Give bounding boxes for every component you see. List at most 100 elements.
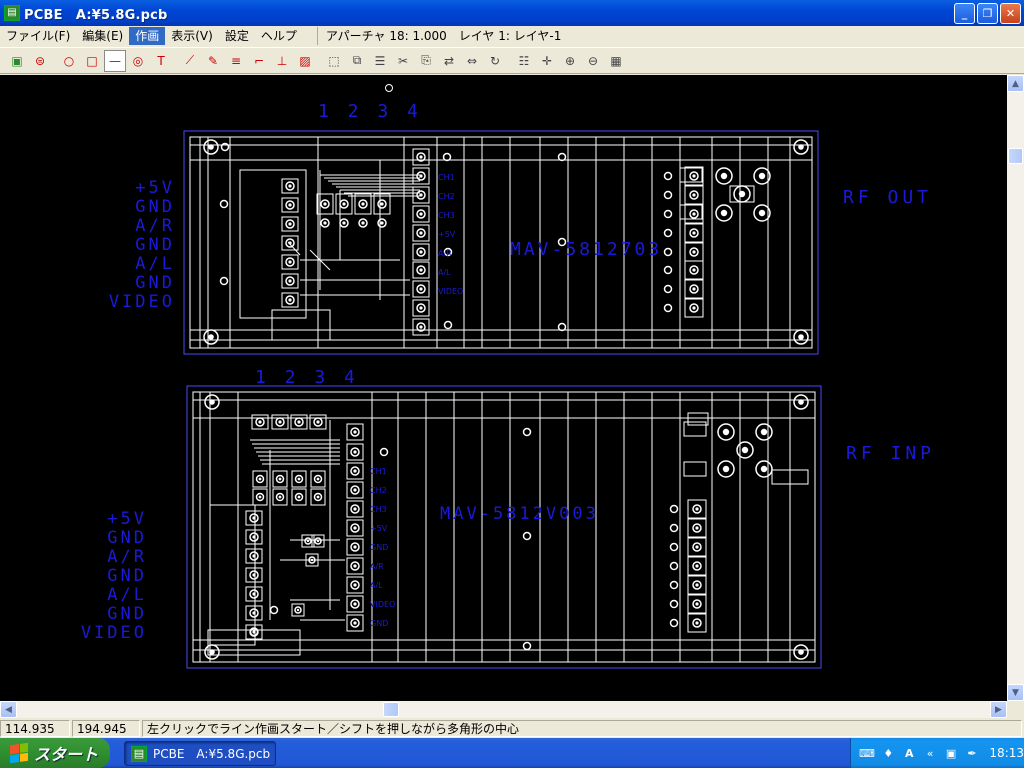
- taskbar-item-pcbe[interactable]: ▤ PCBE A:¥5.8G.pcb: [124, 741, 276, 766]
- mirror-icon[interactable]: ⇄: [438, 50, 460, 72]
- keyboard-icon[interactable]: ⌨: [859, 745, 875, 761]
- menu-item-3[interactable]: 作画: [129, 27, 166, 45]
- board2-via: [522, 427, 532, 437]
- pad-hole: [278, 495, 282, 499]
- pad-hole: [208, 144, 214, 150]
- pad-hole: [288, 298, 292, 302]
- status-x-coordinate: 114.935: [0, 719, 70, 737]
- board2-via: [522, 641, 532, 651]
- rotate-icon[interactable]: ↻: [484, 50, 506, 72]
- pad-hole: [419, 174, 423, 178]
- bus-icon[interactable]: ≡: [225, 50, 247, 72]
- pad-icon[interactable]: ⊜: [29, 50, 51, 72]
- pad-hole: [278, 420, 282, 424]
- align-icon[interactable]: ⊥: [271, 50, 293, 72]
- windows-logo-icon: [10, 742, 28, 764]
- horizontal-scroll-thumb[interactable]: [383, 702, 399, 717]
- board2-pad-label: GND: [370, 619, 388, 628]
- menu-item-1[interactable]: ファイル(F): [0, 27, 76, 45]
- minimize-button[interactable]: _: [954, 3, 975, 24]
- zoom-in-icon[interactable]: ⊕: [559, 50, 581, 72]
- pad-hole: [419, 306, 423, 310]
- menu-item-6[interactable]: ヘルプ: [255, 27, 303, 45]
- pad-hole: [695, 545, 699, 549]
- menu-item-2[interactable]: 編集(E): [76, 27, 129, 45]
- pad-hole: [278, 477, 282, 481]
- pad-hole: [316, 495, 320, 499]
- pad-hole: [419, 212, 423, 216]
- select-icon[interactable]: ⬚: [323, 50, 345, 72]
- system-tray: ⌨ ♦ A « ▣ ✒ 18:13: [850, 738, 1024, 768]
- pad-hole: [692, 231, 696, 235]
- pad-hole: [692, 287, 696, 291]
- display-icon[interactable]: ▣: [944, 745, 959, 761]
- board1-via: [219, 276, 229, 286]
- restore-button[interactable]: ❐: [977, 3, 998, 24]
- pad-hole: [695, 602, 699, 606]
- menu-bar: ファイル(F) 編集(E) 作画 表示(V) 設定 ヘルプ アパーチャ 18: 1.000 レ…: [0, 26, 1024, 46]
- corner-icon[interactable]: ⌐: [248, 50, 270, 72]
- pad-hole: [419, 155, 423, 159]
- clock: 18:13: [989, 746, 1024, 760]
- wire-icon[interactable]: ⟋: [179, 50, 201, 72]
- resize-icon[interactable]: ⇔: [461, 50, 483, 72]
- scroll-down-arrow[interactable]: ▼: [1007, 684, 1024, 701]
- copy-area-icon[interactable]: ⧉: [346, 50, 368, 72]
- line-icon[interactable]: —: [104, 49, 126, 72]
- close-button[interactable]: ✕: [1000, 3, 1021, 24]
- start-button[interactable]: スタート: [0, 738, 110, 768]
- pad-hole: [252, 630, 256, 634]
- board1-connector-frame: [239, 169, 307, 319]
- horizontal-scrollbar[interactable]: ◀ ▶: [0, 701, 1007, 718]
- stack-icon[interactable]: ☰: [369, 50, 391, 72]
- board1-module-name: MAV-5812703: [510, 239, 662, 260]
- vertical-scroll-thumb[interactable]: [1008, 148, 1023, 164]
- layers-icon[interactable]: ▣: [6, 50, 28, 72]
- board1-pad-label: CH2: [438, 192, 455, 201]
- title-bar[interactable]: ▤ PCBE A:¥5.8G.pcb _ ❐ ✕: [0, 0, 1024, 26]
- pcbe-app-icon[interactable]: ▤: [4, 5, 20, 21]
- board1-power-label: A/L: [135, 254, 175, 274]
- text-icon[interactable]: T: [150, 50, 172, 72]
- pad-hole: [252, 554, 256, 558]
- grid-icon[interactable]: ▦: [605, 50, 627, 72]
- toolbar: ▣ ⊜ ○ □ — ◎ T ⟋ ✎ ≡ ⌐ ⊥ ▨ ⬚ ⧉ ☰ ✂ ⎘ ⇄ ⇔ ↻ ☷ ✛ ⊕ ⊖ ▦: [0, 47, 1024, 74]
- vertical-scrollbar[interactable]: ▲ ▼: [1007, 75, 1024, 701]
- menu-item-4[interactable]: 表示(V): [165, 27, 219, 45]
- tray-expand-icon[interactable]: «: [923, 745, 938, 761]
- paste-icon[interactable]: ⎘: [415, 50, 437, 72]
- board1-power-label: GND: [135, 235, 175, 255]
- cut-icon[interactable]: ✂: [392, 50, 414, 72]
- checklist-icon[interactable]: ☷: [513, 50, 535, 72]
- snap-icon[interactable]: ✛: [536, 50, 558, 72]
- circle-icon[interactable]: ○: [58, 50, 80, 72]
- scroll-left-arrow[interactable]: ◀: [0, 701, 17, 718]
- pad-hole: [419, 250, 423, 254]
- pad-hole: [353, 507, 357, 511]
- scroll-right-arrow[interactable]: ▶: [990, 701, 1007, 718]
- zoom-out-icon[interactable]: ⊖: [582, 50, 604, 72]
- scroll-up-arrow[interactable]: ▲: [1007, 75, 1024, 92]
- pad-hole: [353, 526, 357, 530]
- target-icon[interactable]: ◎: [127, 50, 149, 72]
- language-icon[interactable]: ♦: [881, 745, 896, 761]
- pad-hole: [353, 450, 357, 454]
- fill-icon[interactable]: ▨: [294, 50, 316, 72]
- board2-power-label: GND: [107, 604, 147, 624]
- pad-hole: [288, 260, 292, 264]
- ime-indicator[interactable]: A: [902, 745, 917, 761]
- pcb-canvas[interactable]: 1 2 3 4 MAV-5812703 RF OUT +5V GND A/R GND A…: [0, 75, 1007, 701]
- menu-item-5[interactable]: 設定: [219, 27, 255, 45]
- board2-component: [687, 412, 709, 426]
- pad-hole: [695, 621, 699, 625]
- board1-component: [679, 167, 703, 183]
- taskbar-item-label: PCBE A:¥5.8G.pcb: [153, 747, 271, 761]
- pen-icon[interactable]: ✒: [965, 745, 980, 761]
- board1-via: [663, 228, 673, 238]
- pad-hole: [288, 222, 292, 226]
- board1-rf-label: RF OUT: [843, 187, 932, 208]
- pcb-drawing[interactable]: 1 2 3 4 MAV-5812703 RF OUT +5VGNDA/RGNDA…: [0, 75, 1007, 701]
- board2-outline: [186, 385, 822, 669]
- pencil-icon[interactable]: ✎: [202, 50, 224, 72]
- rectangle-icon[interactable]: □: [81, 50, 103, 72]
